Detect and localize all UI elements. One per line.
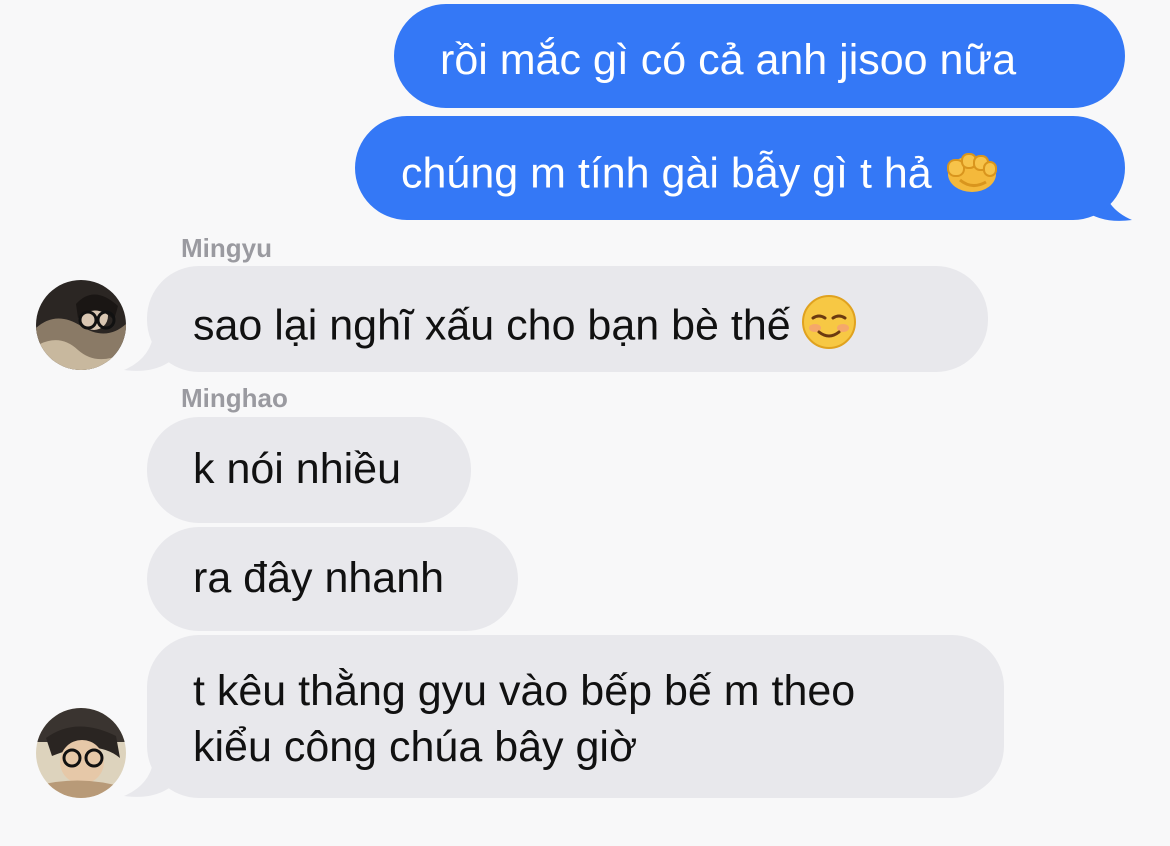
incoming-message-bubble[interactable]: sao lại nghĩ xấu cho bạn bè thế [147, 266, 988, 372]
smiling-face-emoji [801, 294, 857, 362]
message-text: sao lại nghĩ xấu cho bạn bè thế [193, 301, 791, 350]
message-text: k nói nhiều [193, 445, 401, 493]
message-text: ra đây nhanh [193, 554, 445, 602]
message-text-line: t kêu thằng gyu vào bếp bế m theo [193, 667, 856, 715]
outgoing-message-bubble[interactable]: chúng m tính gài bẫy gì t hả [355, 116, 1125, 220]
pointing-fist-emoji [942, 144, 1002, 208]
sender-name: Mingyu [181, 233, 272, 263]
outgoing-message-bubble[interactable]: rồi mắc gì có cả anh jisoo nữa [394, 4, 1125, 108]
message-text: chúng m tính gài bẫy gì t hả [401, 149, 932, 198]
avatar[interactable] [36, 280, 126, 370]
avatar[interactable] [36, 708, 126, 798]
message-text-line: kiểu công chúa bây giờ [193, 723, 638, 771]
incoming-message-bubble[interactable]: t kêu thằng gyu vào bếp bế m theo kiểu c… [147, 635, 1004, 798]
sender-name: Minghao [181, 383, 288, 413]
incoming-message-bubble[interactable]: ra đây nhanh [147, 527, 518, 631]
message-text: rồi mắc gì có cả anh jisoo nữa [440, 36, 1017, 84]
chat-screen: { "messages": { "m1": {"text": "rồi mắc … [0, 0, 1170, 846]
incoming-message-bubble[interactable]: k nói nhiều [147, 417, 471, 523]
